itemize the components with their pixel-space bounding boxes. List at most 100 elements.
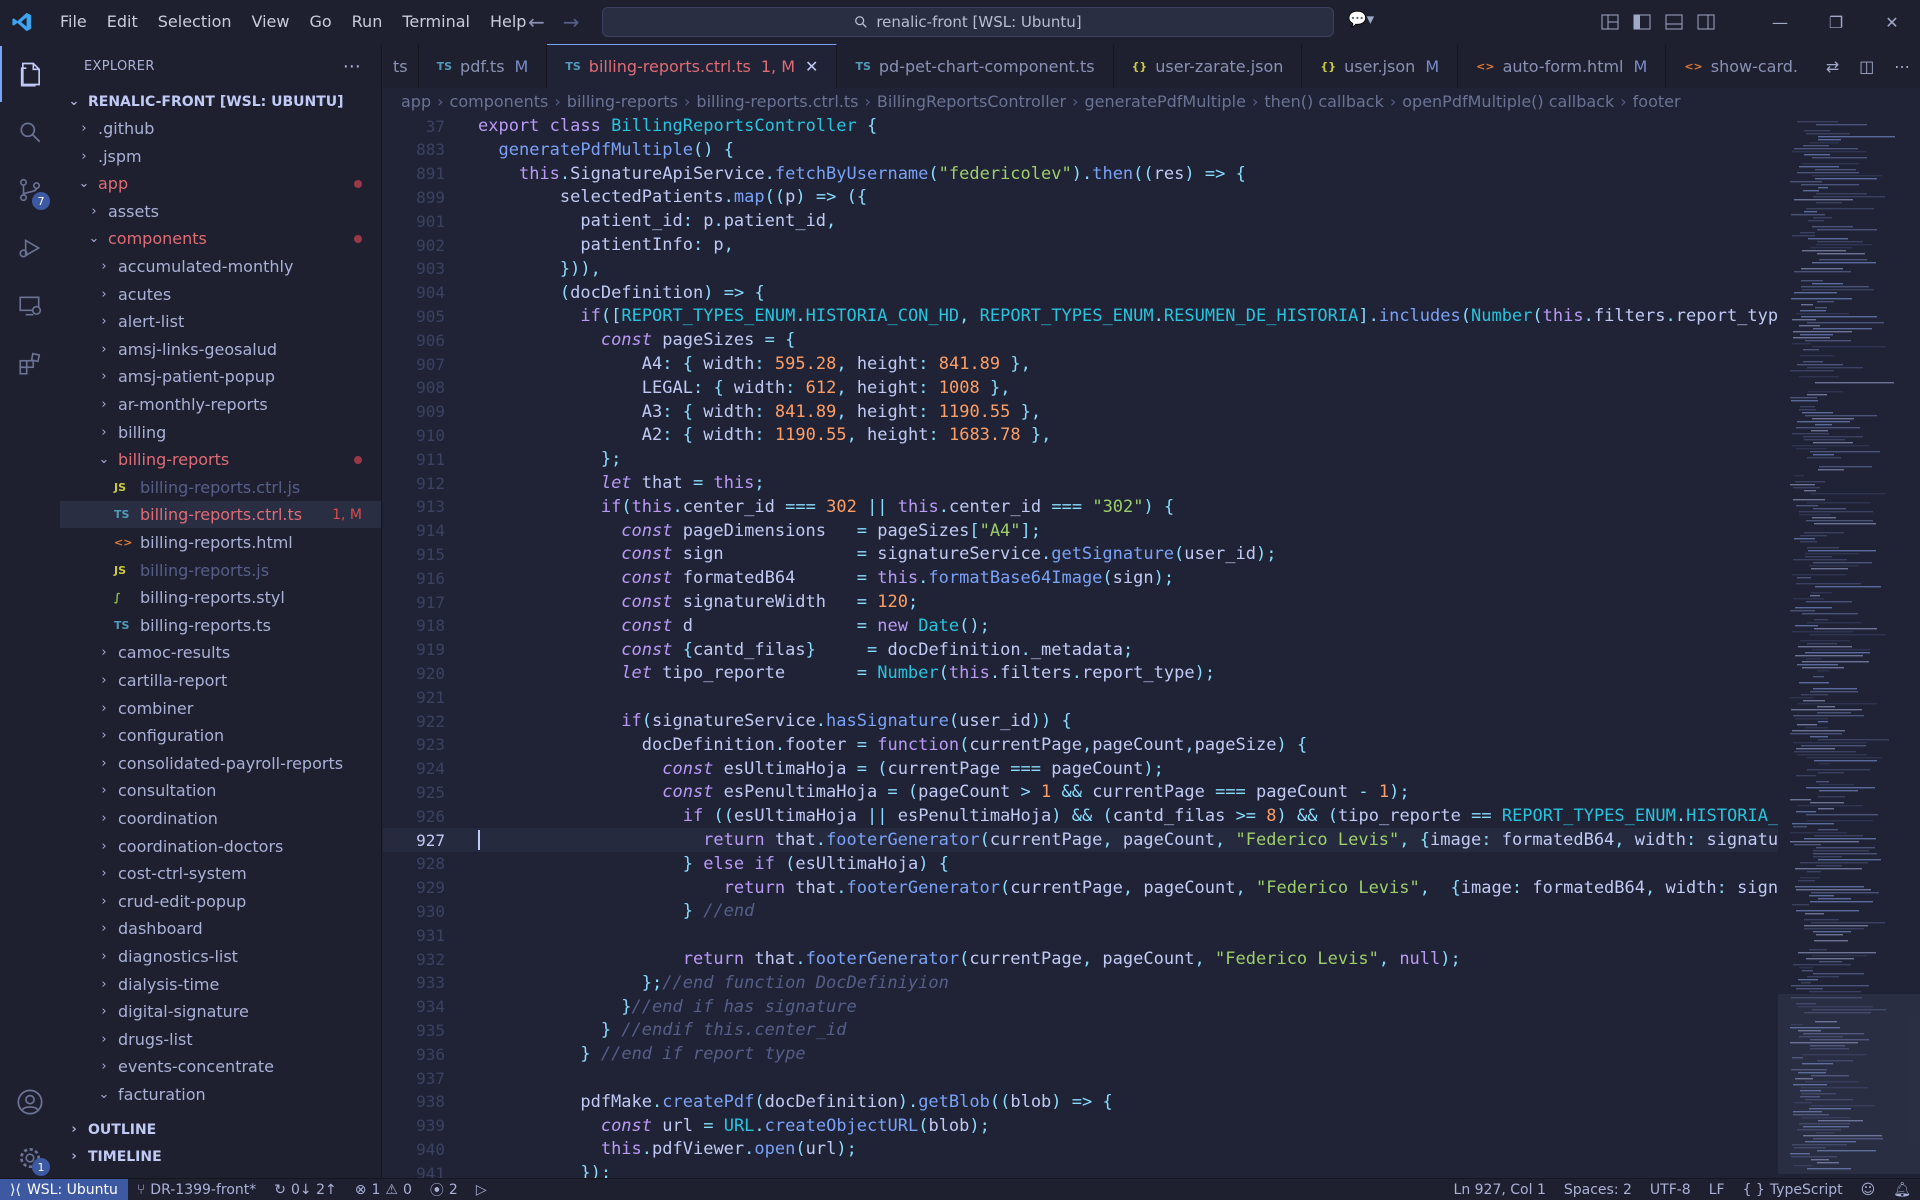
breadcrumb-item[interactable]: BillingReportsController: [877, 92, 1066, 111]
code-line[interactable]: 907 A4: { width: 595.28, height: 841.89 …: [383, 352, 1778, 376]
code-line[interactable]: 901 patient_id: p.patient_id,: [383, 209, 1778, 233]
code-line[interactable]: 912 let that = this;: [383, 471, 1778, 495]
folder-item[interactable]: › amsj-patient-popup: [60, 363, 381, 390]
code-line[interactable]: 918 const d = new Date();: [383, 614, 1778, 638]
code-line[interactable]: 930 } //end: [383, 899, 1778, 923]
editor-tab[interactable]: TS billing-reports.ctrl.ts 1, M ✕: [547, 44, 838, 88]
minimize-icon[interactable]: —: [1752, 0, 1808, 44]
search-icon[interactable]: [0, 104, 60, 160]
editor-tab[interactable]: <> show-card.: [1666, 44, 1818, 88]
extensions-icon[interactable]: [0, 336, 60, 392]
source-control-icon[interactable]: 7: [0, 162, 60, 218]
code-line[interactable]: 904 (docDefinition) => {: [383, 281, 1778, 305]
code-line[interactable]: 922 if(signatureService.hasSignature(use…: [383, 709, 1778, 733]
code-line[interactable]: 933 };//end function DocDefiniyion: [383, 971, 1778, 995]
menu-view[interactable]: View: [242, 0, 300, 44]
code-line[interactable]: 923 docDefinition.footer = function(curr…: [383, 733, 1778, 757]
folder-item[interactable]: › camoc-results: [60, 639, 381, 666]
workspace-root[interactable]: ⌄ RENALIC-FRONT [WSL: UBUNTU]: [60, 88, 381, 115]
folder-item[interactable]: ⌄ billing-reports: [60, 446, 381, 473]
folder-item[interactable]: › cartilla-report: [60, 667, 381, 694]
breadcrumb-item[interactable]: generatePdfMultiple: [1084, 92, 1245, 111]
folder-item[interactable]: › consolidated-payroll-reports: [60, 750, 381, 777]
folder-item[interactable]: › configuration: [60, 722, 381, 749]
code-line[interactable]: 899 selectedPatients.map((p) => ({: [383, 185, 1778, 209]
code-line[interactable]: 936 } //end if report type: [383, 1042, 1778, 1066]
code-line[interactable]: 915 const sign = signatureService.getSig…: [383, 542, 1778, 566]
git-sync[interactable]: ↻ 0↓ 2↑: [265, 1182, 345, 1198]
accounts-icon[interactable]: [0, 1074, 60, 1130]
code-line[interactable]: 927 return that.footerGenerator(currentP…: [383, 828, 1778, 852]
code-editor[interactable]: 37 export class BillingReportsController …: [383, 114, 1778, 1178]
breadcrumb-item[interactable]: billing-reports: [567, 92, 678, 111]
folder-item[interactable]: › events-concentrate: [60, 1053, 381, 1080]
folder-item[interactable]: › coordination-doctors: [60, 833, 381, 860]
editor-tab[interactable]: <> auto-form.html M: [1458, 44, 1667, 88]
more-actions-icon[interactable]: ⋯: [343, 56, 361, 77]
code-line[interactable]: 926 if ((esUltimaHoja || esPenultimaHoja…: [383, 804, 1778, 828]
minimap[interactable]: [1778, 114, 1920, 1178]
folder-item[interactable]: › acutes: [60, 281, 381, 308]
editor-tab[interactable]: {} user-zarate.json: [1114, 44, 1303, 88]
folder-item[interactable]: › coordination: [60, 805, 381, 832]
menu-edit[interactable]: Edit: [97, 0, 148, 44]
breadcrumb-item[interactable]: billing-reports.ctrl.ts: [696, 92, 858, 111]
folder-item[interactable]: ⌄ components: [60, 225, 381, 252]
code-line[interactable]: 910 A2: { width: 1190.55, height: 1683.7…: [383, 423, 1778, 447]
folder-item[interactable]: › diagnostics-list: [60, 943, 381, 970]
folder-item[interactable]: › digital-signature: [60, 998, 381, 1025]
code-line[interactable]: 903 })),: [383, 257, 1778, 281]
code-line[interactable]: 919 const {cantd_filas} = docDefinition.…: [383, 638, 1778, 662]
cursor-position[interactable]: Ln 927, Col 1: [1445, 1182, 1555, 1198]
code-line[interactable]: 913 if(this.center_id === 302 || this.ce…: [383, 495, 1778, 519]
ports-indicator[interactable]: ⦿ 2: [421, 1180, 467, 1200]
code-line[interactable]: 37 export class BillingReportsController …: [383, 114, 1778, 138]
breadcrumb-item[interactable]: components: [450, 92, 549, 111]
code-line[interactable]: 891 this.SignatureApiService.fetchByUser…: [383, 162, 1778, 186]
code-line[interactable]: 917 const signatureWidth = 120;: [383, 590, 1778, 614]
folder-item[interactable]: › alert-list: [60, 308, 381, 335]
file-item[interactable]: TS billing-reports.ctrl.ts 1, M: [60, 501, 381, 529]
copilot-icon[interactable]: 💬▾: [1348, 10, 1388, 34]
menu-terminal[interactable]: Terminal: [392, 0, 480, 44]
folder-item[interactable]: › combiner: [60, 695, 381, 722]
code-line[interactable]: 902 patientInfo: p,: [383, 233, 1778, 257]
compare-changes-icon[interactable]: ⇄: [1826, 57, 1839, 76]
line-endings[interactable]: LF: [1700, 1182, 1734, 1198]
folder-item[interactable]: › crud-edit-popup: [60, 888, 381, 915]
code-line[interactable]: 905 if([REPORT_TYPES_ENUM.HISTORIA_CON_H…: [383, 304, 1778, 328]
toggle-primary-sidebar-icon[interactable]: [1626, 0, 1658, 44]
file-item[interactable]: ∫ billing-reports.styl: [60, 584, 381, 611]
folder-item[interactable]: › assets: [60, 198, 381, 225]
layout-customize-icon[interactable]: [1594, 0, 1626, 44]
run-debug-icon[interactable]: [0, 220, 60, 276]
menu-run[interactable]: Run: [342, 0, 393, 44]
problems-indicator[interactable]: ⊗ 1 ⚠ 0: [346, 1182, 421, 1198]
code-line[interactable]: 940 this.pdfViewer.open(url);: [383, 1137, 1778, 1161]
code-line[interactable]: 931: [383, 923, 1778, 947]
indentation[interactable]: Spaces: 2: [1555, 1182, 1641, 1198]
code-line[interactable]: 938 pdfMake.createPdf(docDefinition).get…: [383, 1090, 1778, 1114]
folder-item[interactable]: › amsj-links-geosalud: [60, 336, 381, 363]
folder-item[interactable]: › dialysis-time: [60, 971, 381, 998]
back-arrow-icon[interactable]: ←: [528, 10, 545, 34]
toggle-secondary-sidebar-icon[interactable]: [1690, 0, 1722, 44]
explorer-icon[interactable]: [0, 46, 60, 102]
code-line[interactable]: 932 return that.footerGenerator(currentP…: [383, 947, 1778, 971]
folder-item[interactable]: › billing: [60, 419, 381, 446]
code-line[interactable]: 921: [383, 685, 1778, 709]
remote-explorer-icon[interactable]: [0, 278, 60, 334]
file-item[interactable]: JS billing-reports.ctrl.js: [60, 474, 381, 501]
code-line[interactable]: 924 const esUltimaHoja = (currentPage ==…: [383, 757, 1778, 781]
code-line[interactable]: 934 }//end if has signature: [383, 995, 1778, 1019]
folder-item[interactable]: › ar-monthly-reports: [60, 391, 381, 418]
close-tab-icon[interactable]: ✕: [805, 57, 818, 76]
code-line[interactable]: 920 let tipo_reporte = Number(this.filte…: [383, 661, 1778, 685]
editor-tab[interactable]: {} user.json M: [1302, 44, 1459, 88]
folder-item[interactable]: ⌄ facturation: [60, 1081, 381, 1108]
code-line[interactable]: 909 A3: { width: 841.89, height: 1190.55…: [383, 400, 1778, 424]
git-branch[interactable]: ⑂ DR-1399-front*: [128, 1182, 265, 1198]
file-item[interactable]: <> billing-reports.html: [60, 529, 381, 556]
copilot-status-icon[interactable]: ☺: [1852, 1182, 1885, 1198]
code-line[interactable]: 916 const formatedB64 = this.formatBase6…: [383, 566, 1778, 590]
